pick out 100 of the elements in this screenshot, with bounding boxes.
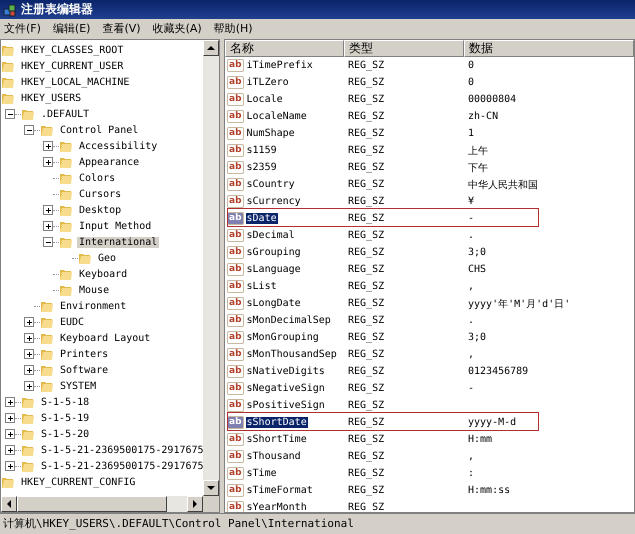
- tree-item[interactable]: Keyboard: [77, 268, 130, 280]
- value-name[interactable]: sDate: [246, 213, 278, 224]
- menu-item[interactable]: 编辑(E): [52, 20, 90, 36]
- expand-icon[interactable]: [5, 461, 15, 471]
- collapse-icon[interactable]: [5, 109, 15, 119]
- value-name[interactable]: Locale: [246, 94, 284, 105]
- folder-icon: [59, 155, 73, 169]
- expand-icon[interactable]: [43, 157, 53, 167]
- collapse-icon[interactable]: [24, 125, 34, 135]
- vertical-scrollbar[interactable]: [203, 40, 219, 496]
- tree-item[interactable]: Geo: [96, 252, 118, 264]
- tree-item[interactable]: SYSTEM: [58, 380, 98, 392]
- expand-icon[interactable]: [5, 429, 15, 439]
- value-name[interactable]: iTimePrefix: [246, 60, 314, 71]
- horizontal-scrollbar[interactable]: [1, 496, 219, 512]
- value-name[interactable]: sShortDate: [246, 417, 308, 428]
- tree-item[interactable]: Appearance: [77, 156, 142, 168]
- value-name[interactable]: sMonGrouping: [246, 332, 320, 343]
- tree-item[interactable]: EUDC: [58, 316, 86, 328]
- tree-item[interactable]: Cursors: [77, 188, 124, 200]
- value-name[interactable]: sGrouping: [246, 247, 302, 258]
- expand-icon[interactable]: [24, 349, 34, 359]
- value-name[interactable]: sThousand: [246, 451, 302, 462]
- string-value-icon: ab: [227, 484, 244, 497]
- table-cell: .: [468, 230, 474, 241]
- tree-item[interactable]: Colors: [77, 172, 118, 184]
- tree-item[interactable]: HKEY_LOCAL_MACHINE: [19, 76, 132, 88]
- folder-icon: [21, 459, 35, 473]
- tree-item[interactable]: S-1-5-19: [39, 412, 92, 424]
- menu-item[interactable]: 查看(V): [102, 20, 141, 36]
- tree-item[interactable]: Desktop: [77, 204, 124, 216]
- expand-icon[interactable]: [5, 397, 15, 407]
- value-name[interactable]: iTLZero: [246, 77, 290, 88]
- table-cell: REG_SZ: [348, 281, 384, 292]
- tree-item[interactable]: S-1-5-18: [39, 396, 92, 408]
- tree-item[interactable]: S-1-5-21-2369500175-2917675: [39, 444, 203, 456]
- expand-icon[interactable]: [43, 221, 53, 231]
- tree-item[interactable]: S-1-5-20: [39, 428, 92, 440]
- tree-item[interactable]: HKEY_CLASSES_ROOT: [19, 44, 126, 56]
- tree-item[interactable]: HKEY_CURRENT_USER: [19, 60, 126, 72]
- value-name[interactable]: sTimeFormat: [246, 485, 314, 496]
- tree-item[interactable]: .DEFAULT: [39, 108, 92, 120]
- value-name[interactable]: sMonDecimalSep: [246, 315, 332, 326]
- expand-icon[interactable]: [43, 141, 53, 151]
- table-cell: REG_SZ: [348, 213, 384, 224]
- string-value-icon: ab: [227, 382, 244, 395]
- expand-icon[interactable]: [24, 317, 34, 327]
- table-cell: REG_SZ: [348, 502, 384, 512]
- folder-icon: [40, 331, 54, 345]
- tree-item[interactable]: Mouse: [77, 284, 112, 296]
- expand-icon[interactable]: [24, 381, 34, 391]
- menu-item[interactable]: 文件(F): [4, 20, 41, 36]
- value-name[interactable]: s1159: [246, 145, 278, 156]
- tree-item[interactable]: HKEY_CURRENT_CONFIG: [19, 476, 138, 488]
- value-name[interactable]: sPositiveSign: [246, 400, 326, 411]
- expand-icon[interactable]: [24, 365, 34, 375]
- value-name[interactable]: sTime: [246, 468, 278, 479]
- value-name[interactable]: s2359: [246, 162, 278, 173]
- value-name[interactable]: NumShape: [246, 128, 296, 139]
- tree-item[interactable]: Control Panel: [58, 124, 140, 136]
- tree-item[interactable]: Printers: [58, 348, 110, 360]
- scrollbar-thumb[interactable]: [17, 496, 167, 512]
- value-name[interactable]: sNegativeSign: [246, 383, 326, 394]
- tree-item[interactable]: Accessibility: [77, 140, 160, 152]
- value-name[interactable]: sDecimal: [246, 230, 296, 241]
- expand-icon[interactable]: [43, 205, 53, 215]
- value-name[interactable]: sShortTime: [246, 434, 308, 445]
- value-name[interactable]: sList: [246, 281, 278, 292]
- menu-item[interactable]: 帮助(H): [214, 20, 253, 36]
- column-header[interactable]: 数据: [464, 40, 634, 57]
- collapse-icon[interactable]: [43, 237, 53, 247]
- table-cell: REG_SZ: [348, 332, 384, 343]
- string-value-icon: ab: [227, 161, 244, 174]
- tree-item[interactable]: International: [77, 236, 160, 248]
- menu-item[interactable]: 收藏夹(A): [152, 20, 202, 36]
- tree-item[interactable]: Environment: [58, 300, 128, 312]
- tree-item[interactable]: Input Method: [77, 220, 154, 232]
- table-cell: :: [468, 468, 474, 479]
- string-value-icon: ab: [227, 348, 244, 361]
- value-name[interactable]: sNativeDigits: [246, 366, 326, 377]
- value-name[interactable]: sCurrency: [246, 196, 302, 207]
- tree-item[interactable]: Keyboard Layout: [58, 332, 152, 344]
- expand-icon[interactable]: [24, 333, 34, 343]
- column-header[interactable]: 类型: [344, 40, 464, 57]
- value-name[interactable]: sYearMonth: [246, 502, 308, 512]
- table-cell: 3;0: [468, 332, 486, 343]
- value-name[interactable]: LocaleName: [246, 111, 308, 122]
- value-name[interactable]: sLongDate: [246, 298, 302, 309]
- column-header[interactable]: 名称: [225, 40, 344, 57]
- value-name[interactable]: sLanguage: [246, 264, 302, 275]
- table-cell: 00000804: [468, 94, 516, 105]
- value-name[interactable]: sCountry: [246, 179, 296, 190]
- table-cell: REG_SZ: [348, 247, 384, 258]
- tree-item[interactable]: S-1-5-21-2369500175-2917675: [39, 460, 203, 472]
- value-name[interactable]: sMonThousandSep: [246, 349, 338, 360]
- tree-item[interactable]: Software: [58, 364, 110, 376]
- tree-item[interactable]: HKEY_USERS: [19, 92, 84, 104]
- table-cell: -: [468, 213, 474, 224]
- expand-icon[interactable]: [5, 445, 15, 455]
- expand-icon[interactable]: [5, 413, 15, 423]
